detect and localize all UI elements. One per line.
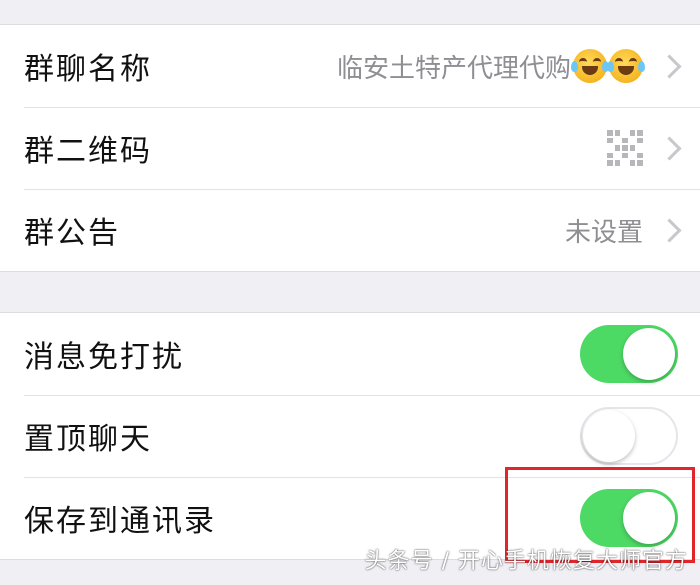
section-spacer [0,272,700,312]
group-qrcode-value [607,130,643,166]
save-to-contacts-label: 保存到通讯录 [24,504,216,539]
group-notice-row[interactable]: 群公告 未设置 [0,189,700,271]
group-qrcode-row[interactable]: 群二维码 [0,107,700,189]
qrcode-icon [607,130,643,166]
mute-notifications-label: 消息免打扰 [24,340,184,375]
tears-of-joy-emoji-icon [607,49,645,83]
save-to-contacts-toggle[interactable] [580,489,678,547]
top-gap [0,0,700,24]
pin-chat-label: 置顶聊天 [24,422,152,457]
toggle-knob [623,328,675,380]
group-info-section: 群聊名称 临安土特产代理代购 群二维码 群公告 未设置 [0,24,700,272]
mute-notifications-toggle[interactable] [580,325,678,383]
watermark-text: 头条号 / 开心手机恢复大师官方 [364,549,688,574]
group-name-label: 群聊名称 [24,52,152,87]
group-name-value: 临安土特产代理代购 [336,53,571,84]
chat-settings-section: 消息免打扰 置顶聊天 保存到通讯录 [0,312,700,560]
pin-chat-toggle[interactable] [580,407,678,465]
toggle-knob [623,492,675,544]
tears-of-joy-emoji-icon [571,49,609,83]
group-name-value-wrap: 临安土特产代理代购 [336,48,645,85]
mute-notifications-row: 消息免打扰 [0,313,700,395]
pin-chat-row: 置顶聊天 [0,395,700,477]
chevron-right-icon [657,53,682,79]
chevron-right-icon [657,217,682,243]
chevron-right-icon [657,135,682,161]
toggle-knob [583,410,635,462]
group-name-row[interactable]: 群聊名称 临安土特产代理代购 [0,25,700,107]
group-qrcode-label: 群二维码 [24,134,152,169]
group-notice-value: 未设置 [564,217,643,248]
group-notice-label: 群公告 [24,216,120,251]
